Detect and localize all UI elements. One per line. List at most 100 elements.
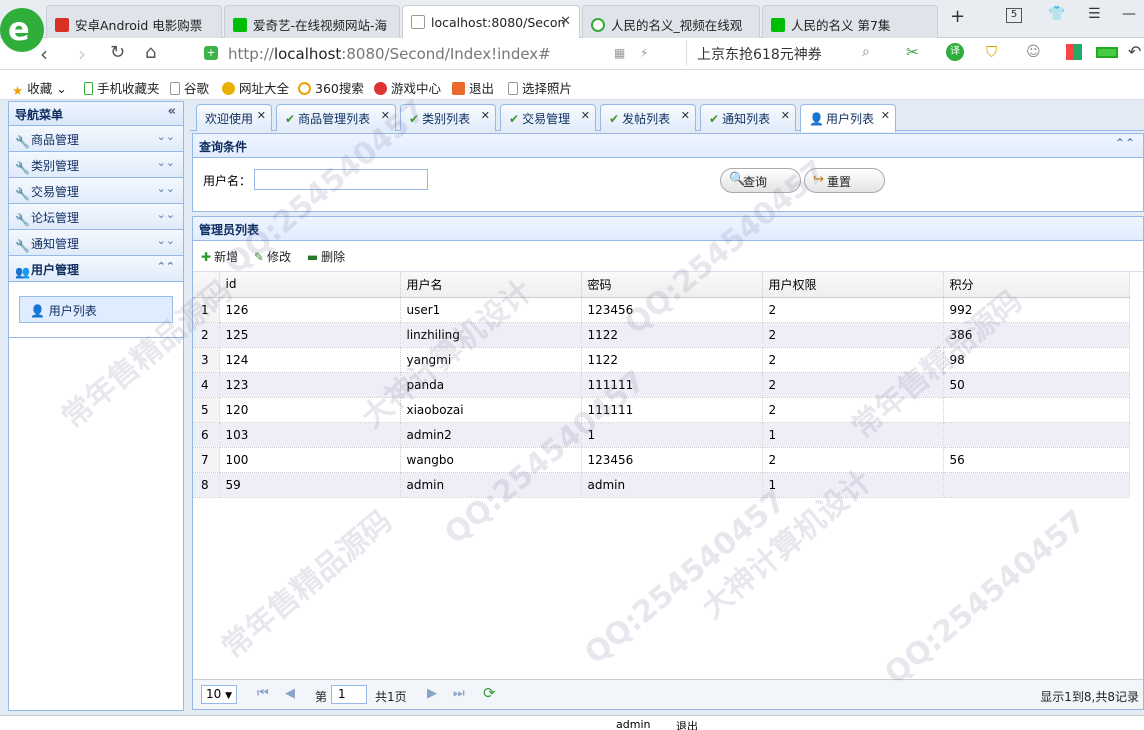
nav-section[interactable]: 🔧交易管理 ⌄⌄ <box>9 178 183 204</box>
bookmark-item[interactable]: 网址大全 <box>222 78 289 97</box>
wrench-icon: 🔧 <box>15 239 30 253</box>
close-icon[interactable]: ✕ <box>560 14 571 29</box>
shield-icon[interactable]: ⛉ <box>986 43 997 61</box>
delete-button[interactable]: ▬ 删除 <box>307 248 345 265</box>
page-size-select[interactable]: 10 ▼ <box>201 685 237 704</box>
table-cell: 1 <box>581 422 763 448</box>
grid-panel: 管理员列表 ✚ 新增 ✎ 修改 ▬ 删除 id 用户名 密码 用户权限 积分 1 126… <box>192 216 1144 710</box>
table-row[interactable]: 4 123 panda 111111 2 50 <box>193 372 1130 398</box>
table-cell: 1 <box>762 422 944 448</box>
nav-section[interactable]: 🔧类别管理 ⌄⌄ <box>9 152 183 178</box>
lightning-icon[interactable]: ⚡ <box>640 46 648 60</box>
bookmark-item[interactable]: 退出 <box>452 78 494 97</box>
table-cell: 125 <box>219 322 401 348</box>
first-page-icon[interactable]: ⏮ <box>257 686 269 701</box>
home-icon[interactable]: ⌂ <box>145 42 156 63</box>
prev-page-icon[interactable]: ◀ <box>285 686 295 701</box>
bookmark-item[interactable]: 手机收藏夹 <box>84 78 160 97</box>
edit-button[interactable]: ✎ 修改 <box>254 248 291 265</box>
nav-section-user[interactable]: 👥用户管理 ⌃⌃ <box>9 256 183 282</box>
reset-button[interactable]: ↪ 重置 <box>804 168 885 193</box>
forward-icon[interactable]: › <box>78 42 86 66</box>
table-cell: 2 <box>762 297 944 323</box>
close-icon[interactable]: ✕ <box>881 109 890 122</box>
back-icon[interactable]: ‹ <box>40 42 48 66</box>
table-cell: panda <box>400 372 582 398</box>
column-header[interactable]: 用户权限 <box>762 272 944 298</box>
last-page-icon[interactable]: ⏭ <box>453 686 465 701</box>
bookmark-item[interactable]: 选择照片 <box>508 78 572 97</box>
translate-icon[interactable]: 译 <box>946 43 964 61</box>
shirt-icon[interactable]: 👕 <box>1048 6 1065 22</box>
logout-link[interactable]: 退出 <box>676 718 698 730</box>
table-cell: 2 <box>762 322 944 348</box>
check-icon: ✔ <box>609 112 620 126</box>
search-button[interactable]: 🔍 查询 <box>720 168 801 193</box>
refresh-icon[interactable]: ⟳ <box>483 684 496 702</box>
browser-tab[interactable]: 安卓Android 电影购票 <box>46 5 222 38</box>
table-row[interactable]: 3 124 yangmi 1122 2 98 <box>193 347 1130 373</box>
browser-tab[interactable]: 人民的名义_视频在线观 <box>582 5 760 38</box>
column-header[interactable]: id <box>219 272 401 298</box>
close-icon[interactable]: ✕ <box>381 109 390 122</box>
table-row[interactable]: 5 120 xiaobozai 111111 2 <box>193 397 1130 423</box>
bookmark-item[interactable]: 360搜索 <box>298 78 364 97</box>
collapse-up-icon[interactable]: ⌃⌃ <box>1115 136 1135 150</box>
bookmark-item[interactable]: ★ 收藏 ⌄ <box>12 78 67 98</box>
undo-icon[interactable]: ↶ <box>1128 42 1141 61</box>
search-hint[interactable]: 上京东抢618元神券 <box>697 44 822 64</box>
tab-goods[interactable]: ✔ 商品管理列表 ✕ <box>276 104 396 131</box>
menu-icon[interactable]: ☰ <box>1088 6 1101 22</box>
tab-notices[interactable]: ✔ 通知列表 ✕ <box>700 104 796 131</box>
tab-user-list[interactable]: 👤 用户列表 ✕ <box>800 104 896 132</box>
battery-icon[interactable] <box>1096 47 1118 58</box>
refresh-icon[interactable]: ↻ <box>110 42 125 63</box>
bookmark-item[interactable]: 游戏中心 <box>374 78 441 97</box>
table-cell: 126 <box>219 297 401 323</box>
new-tab-button[interactable]: + <box>950 6 965 27</box>
column-header[interactable]: 用户名 <box>400 272 582 298</box>
scissors-icon[interactable]: ✂ <box>906 43 919 61</box>
close-icon[interactable]: ✕ <box>681 109 690 122</box>
close-icon[interactable]: ✕ <box>781 109 790 122</box>
nav-section[interactable]: 🔧通知管理 ⌄⌄ <box>9 230 183 256</box>
close-icon[interactable]: ✕ <box>257 109 266 122</box>
username-input[interactable] <box>254 169 428 190</box>
column-header[interactable]: 积分 <box>943 272 1130 298</box>
tab-trade[interactable]: ✔ 交易管理 ✕ <box>500 104 596 131</box>
close-icon[interactable]: ✕ <box>581 109 590 122</box>
tab-category[interactable]: ✔ 类别列表 ✕ <box>400 104 496 131</box>
nav-section[interactable]: 🔧论坛管理 ⌄⌄ <box>9 204 183 230</box>
browser-tab[interactable]: 爱奇艺-在线视频网站-海 <box>224 5 400 38</box>
column-header[interactable]: 密码 <box>581 272 763 298</box>
tab-posts[interactable]: ✔ 发帖列表 ✕ <box>600 104 696 131</box>
next-page-icon[interactable]: ▶ <box>427 686 437 701</box>
table-cell: 56 <box>943 447 1130 473</box>
apps-icon[interactable] <box>1066 44 1082 60</box>
add-button[interactable]: ✚ 新增 <box>201 248 238 265</box>
tab-count-badge[interactable]: 5 <box>1006 8 1022 23</box>
table-cell: wangbo <box>400 447 582 473</box>
table-row[interactable]: 1 126 user1 123456 2 992 <box>193 297 1130 323</box>
table-row[interactable]: 8 59 admin admin 1 <box>193 472 1130 498</box>
emoji-icon[interactable]: ☺ <box>1026 44 1041 60</box>
wrench-icon: 🔧 <box>15 161 30 175</box>
close-icon[interactable]: ✕ <box>481 109 490 122</box>
minimize-icon[interactable]: — <box>1122 6 1136 22</box>
page-number-input[interactable]: 1 <box>331 685 367 704</box>
browser-tab-active[interactable]: localhost:8080/Secon ✕ <box>402 5 580 39</box>
tab-welcome[interactable]: 欢迎使用 ✕ <box>196 104 272 131</box>
nav-menu: 导航菜单 « 🔧商品管理 ⌄⌄ 🔧类别管理 ⌄⌄ 🔧交易管理 ⌄⌄ 🔧论坛管理 ⌄⌄ 🔧通… <box>8 101 184 711</box>
table-cell <box>943 472 1130 498</box>
nav-item-user-list[interactable]: 👤 用户列表 <box>19 296 173 323</box>
nav-section[interactable]: 🔧商品管理 ⌄⌄ <box>9 126 183 152</box>
search-icon[interactable]: ⌕ <box>862 44 870 60</box>
table-row[interactable]: 6 103 admin2 1 1 <box>193 422 1130 448</box>
bookmark-item[interactable]: 谷歌 <box>170 78 209 97</box>
table-cell: 2 <box>762 372 944 398</box>
browser-tab[interactable]: 人民的名义 第7集 <box>762 5 938 38</box>
table-row[interactable]: 7 100 wangbo 123456 2 56 <box>193 447 1130 473</box>
table-row[interactable]: 2 125 linzhiling 1122 2 386 <box>193 322 1130 348</box>
collapse-left-icon[interactable]: « <box>168 104 176 119</box>
qr-icon[interactable]: ▦ <box>614 46 625 60</box>
